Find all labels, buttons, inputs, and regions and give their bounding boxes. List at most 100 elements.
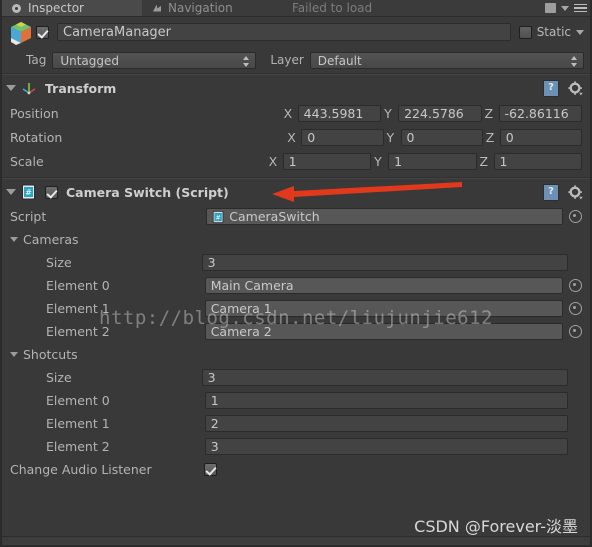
shotcuts-size-field[interactable]: 3 [201,369,568,386]
cameras-element-1-row: Element 1 Camera 1 [2,297,590,320]
tab-bar-controls [545,0,587,16]
settings-gear-icon[interactable] [568,185,583,200]
cameras-element-1-field[interactable]: Camera 1 [204,300,563,317]
camera-switch-foldout-icon[interactable] [6,189,16,195]
camera-switch-title: Camera Switch (Script) [66,184,229,200]
gameobject-header: CameraManager Static [2,17,590,47]
transform-foldout-icon[interactable] [6,85,16,91]
hamburger-menu-icon[interactable] [574,3,587,13]
cameras-element-0-label: Element 0 [46,278,110,293]
lock-icon[interactable] [545,3,556,13]
position-z-field[interactable]: -62.86116 [498,104,582,122]
shotcuts-element-2-row: Element 2 3 [2,435,590,458]
cameras-element-1-label: Element 1 [46,301,110,316]
static-checkbox[interactable] [518,25,532,39]
tab-inspector[interactable]: Inspector [2,0,142,16]
cameras-element-0-row: Element 0 Main Camera [2,274,590,297]
change-audio-listener-row: Change Audio Listener [2,458,590,481]
help-book-icon[interactable]: ? [543,80,559,97]
tag-dropdown-arrows-icon [243,55,250,67]
script-label: Script [10,209,47,224]
camera-switch-header-controls: ? [543,184,583,201]
help-book-icon[interactable]: ? [543,184,559,201]
layer-dropdown[interactable]: Default [309,51,584,69]
transform-component-header[interactable]: Transform ? [2,75,590,101]
svg-text:#: # [216,213,221,221]
rotation-x-field[interactable]: 0 [301,128,384,146]
shotcuts-element-0-row: Element 0 1 [2,389,590,412]
scale-vector: X 1 Y 1 Z 1 [266,152,582,170]
object-picker-icon[interactable] [569,325,582,338]
position-label: Position [10,105,59,121]
rotation-z-axis-label: Z [485,129,495,145]
cameras-foldout-icon[interactable] [10,237,18,242]
transform-scale-row: Scale X 1 Y 1 Z 1 [2,149,590,173]
position-y-field[interactable]: 224.5786 [398,104,482,122]
static-group: Static [518,25,584,39]
gameobject-name-field[interactable]: CameraManager [57,23,511,41]
chevron-down-icon[interactable] [561,5,569,11]
scale-y-axis-label: Y [374,153,382,169]
shotcuts-foldout-row[interactable]: Shotcuts [2,343,590,366]
object-picker-icon[interactable] [569,302,582,315]
cameras-element-2-field[interactable]: Camera 2 [204,323,563,340]
tab-navigation[interactable]: Navigation [142,0,282,16]
unity-inspector-window: Inspector Navigation Failed to load Came… [0,0,592,547]
static-chevron-down-icon[interactable] [576,29,584,35]
layer-label: Layer [270,53,304,67]
tab-navigation-label: Navigation [168,1,233,15]
change-audio-listener-checkbox[interactable] [203,463,217,476]
change-audio-listener-label: Change Audio Listener [10,462,152,477]
shotcuts-element-2-field[interactable]: 3 [204,438,568,455]
position-y-axis-label: Y [384,105,392,121]
layer-dropdown-arrows-icon [571,55,578,67]
gameobject-enabled-checkbox[interactable] [36,25,49,39]
script-object-field[interactable]: # CameraSwitch [206,208,563,225]
camera-switch-enabled-checkbox[interactable] [45,185,58,199]
navigation-icon [152,3,163,14]
rotation-x-axis-label: X [287,129,296,145]
tag-label: Tag [26,53,47,67]
inspector-tab-bar: Inspector Navigation Failed to load [2,0,590,17]
rotation-vector: X 0 Y 0 Z 0 [284,128,582,146]
cameras-size-field[interactable]: 3 [201,254,568,271]
script-object-value: CameraSwitch [229,208,320,224]
transform-position-row: Position X 443.5981 Y 224.5786 Z -62.861… [2,101,590,125]
position-vector: X 443.5981 Y 224.5786 Z -62.86116 [281,104,582,122]
position-x-axis-label: X [283,105,293,121]
transform-axis-icon [21,80,37,96]
camera-switch-component-header[interactable]: # Camera Switch (Script) ? [2,179,590,205]
position-x-field[interactable]: 443.5981 [297,104,382,122]
shotcuts-size-label: Size [46,370,72,385]
tag-dropdown-value: Untagged [60,53,120,68]
shotcuts-label: Shotcuts [23,347,78,362]
scale-z-field[interactable]: 1 [493,152,582,170]
rotation-y-field[interactable]: 0 [400,128,483,146]
inspector-icon [12,3,23,14]
scale-y-field[interactable]: 1 [388,152,477,170]
rotation-y-axis-label: Y [386,129,395,145]
tag-dropdown[interactable]: Untagged [52,51,257,69]
cameras-size-label: Size [46,255,72,270]
layer-dropdown-value: Default [317,53,362,68]
rotation-label: Rotation [10,129,63,145]
position-z-axis-label: Z [484,105,494,121]
tab-failed-to-load[interactable]: Failed to load [282,0,432,16]
cameras-size-row: Size 3 [2,251,590,274]
panel-bottom-strip [2,536,590,545]
rotation-z-field[interactable]: 0 [499,128,582,146]
scale-x-field[interactable]: 1 [282,152,372,170]
script-row: Script # CameraSwitch [2,205,590,228]
shotcuts-element-0-field[interactable]: 1 [204,392,568,409]
shotcuts-element-1-label: Element 1 [46,416,110,431]
object-picker-icon[interactable] [569,279,582,292]
object-picker-icon[interactable] [569,210,582,223]
shotcuts-foldout-icon[interactable] [10,352,18,357]
cameras-element-0-field[interactable]: Main Camera [204,277,563,294]
csharp-script-icon: # [21,184,37,200]
settings-gear-icon[interactable] [568,81,583,96]
watermark-author: CSDN @Forever-淡墨 [414,517,578,536]
shotcuts-element-1-field[interactable]: 2 [204,415,568,432]
svg-text:#: # [25,188,32,197]
cameras-foldout-row[interactable]: Cameras [2,228,590,251]
